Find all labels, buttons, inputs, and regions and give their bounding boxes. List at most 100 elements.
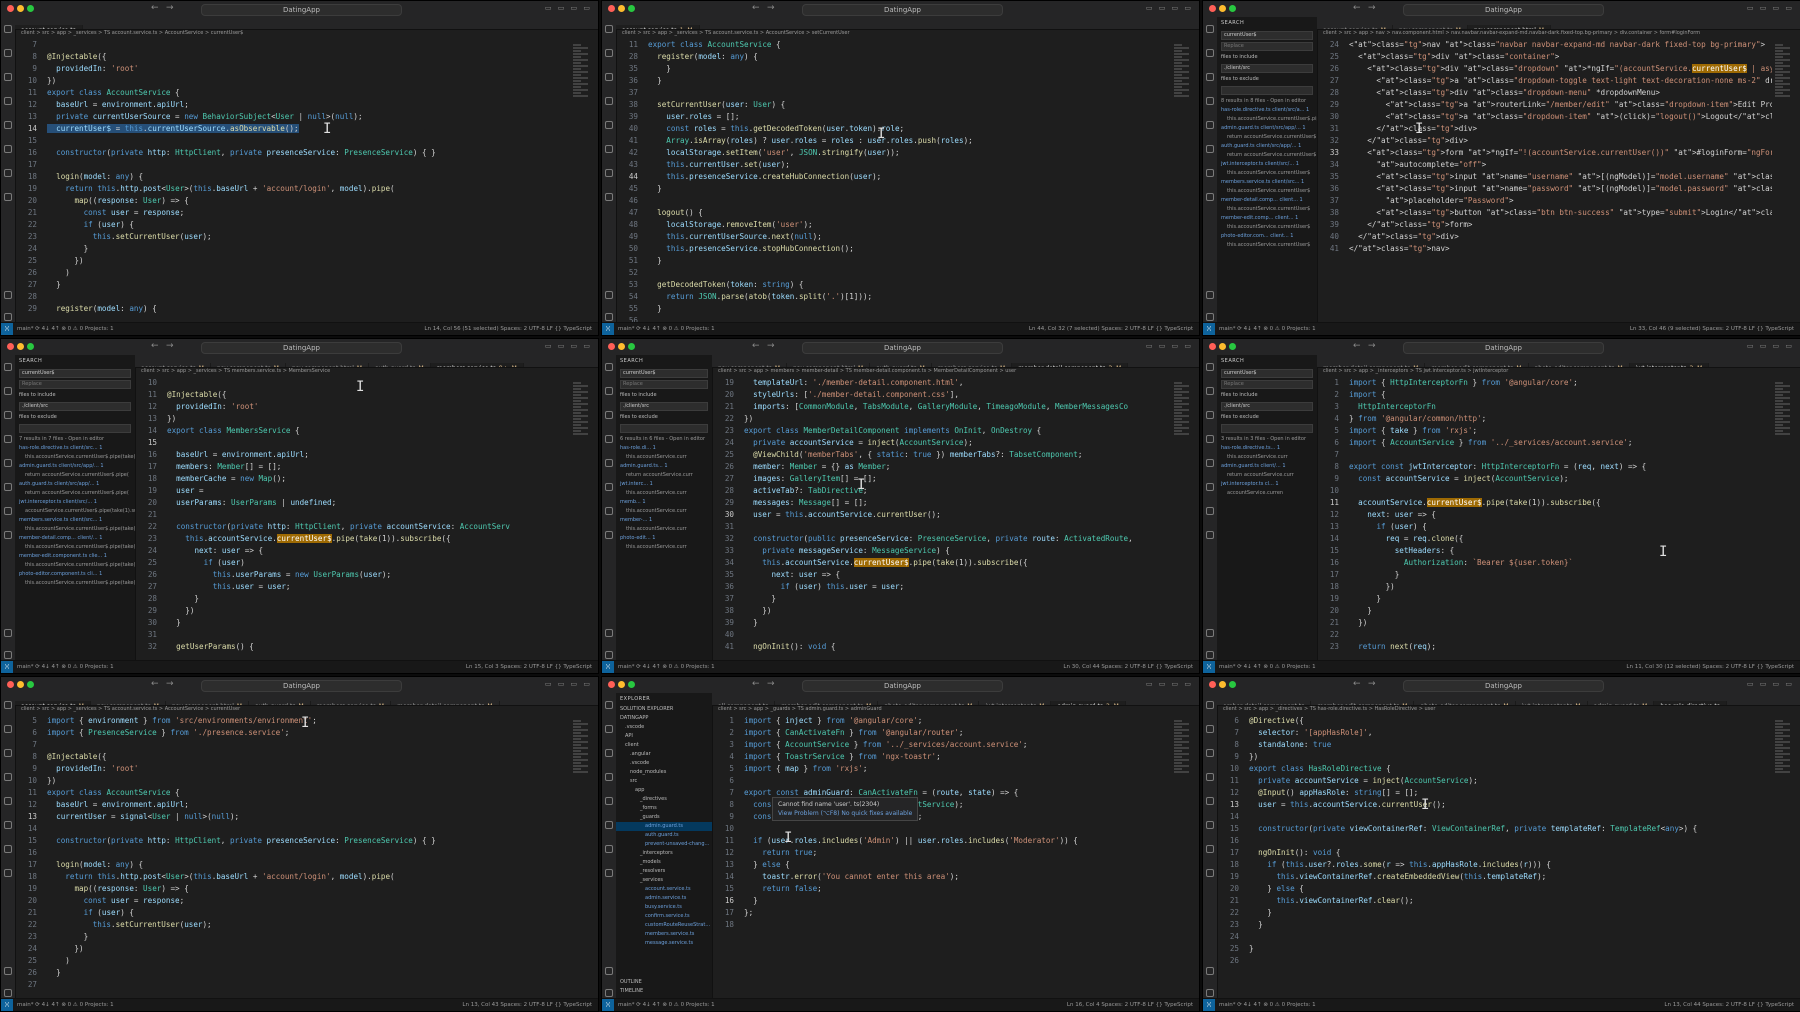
extensions-icon[interactable] [1206, 459, 1214, 467]
layout-controls-icon[interactable]: ▭ ▭ ▭ ▭ [1747, 680, 1794, 688]
testing-icon[interactable] [4, 145, 12, 153]
search-result-item[interactable]: photo-editor.component.ts cli... 1 [15, 570, 135, 579]
run-debug-icon[interactable] [4, 773, 12, 781]
search-result-item[interactable]: has-role.di... 1 [616, 444, 712, 453]
docker-icon[interactable] [605, 531, 613, 539]
search-result-item[interactable]: admin.guard.ts... 1 [616, 462, 712, 471]
editor-settings[interactable]: Spaces: 2 UTF-8 LF {} TypeScript [1702, 326, 1794, 332]
close-button[interactable] [608, 343, 615, 350]
projects-count[interactable]: Projects: 1 [1287, 326, 1316, 332]
replace-input[interactable]: Replace [19, 380, 131, 389]
accounts-icon[interactable] [605, 967, 613, 975]
testing-icon[interactable] [4, 821, 12, 829]
remote-indicator-icon[interactable]: ⟩⟨ [602, 999, 614, 1011]
zoom-button[interactable] [628, 343, 635, 350]
search-icon[interactable] [1206, 725, 1214, 733]
explorer-icon[interactable] [1206, 363, 1214, 371]
settings-gear-icon[interactable] [605, 313, 613, 321]
code-editor[interactable]: 7 8 @Injectable({9 providedIn: 'root' 10}) 1… [15, 39, 570, 323]
search-icon[interactable] [1206, 387, 1214, 395]
close-button[interactable] [1209, 343, 1216, 350]
projects-count[interactable]: Projects: 1 [1287, 664, 1316, 670]
search-result-item[interactable]: has-role.directive.ts... 1 [1217, 444, 1317, 453]
remote-icon[interactable] [4, 169, 12, 177]
search-result-item[interactable]: photo-editor.com... client... 1 [1217, 232, 1317, 241]
explorer-tree-item[interactable]: .angular [616, 750, 712, 759]
remote-icon[interactable] [605, 169, 613, 177]
minimize-button[interactable] [618, 5, 625, 12]
search-result-item[interactable]: this.accountService.currentUser$.pipe(ta… [15, 543, 135, 552]
projects-count[interactable]: Projects: 1 [85, 664, 114, 670]
search-icon[interactable] [605, 725, 613, 733]
close-button[interactable] [1209, 5, 1216, 12]
run-debug-icon[interactable] [605, 97, 613, 105]
command-center[interactable]: DatingApp [1403, 342, 1604, 354]
search-result-item[interactable]: return accountService.curr [1217, 471, 1317, 480]
run-debug-icon[interactable] [1206, 773, 1214, 781]
command-center[interactable]: DatingApp [201, 4, 402, 16]
search-result-item[interactable]: this.accountService.currentUser$ [1217, 241, 1317, 250]
code-editor[interactable]: 11 export class AccountService {28 regist… [616, 39, 1171, 323]
search-result-item[interactable]: jwt.interceptor.ts cl... 1 [1217, 480, 1317, 489]
files-include-input[interactable]: ./client/src [1221, 64, 1313, 73]
git-branch[interactable]: main* [1219, 326, 1236, 332]
editor-settings[interactable]: Spaces: 2 UTF-8 LF {} TypeScript [1702, 1002, 1794, 1008]
explorer-icon[interactable] [4, 25, 12, 33]
sync-status[interactable]: ⟳ 4↓ 4↑ [1237, 664, 1261, 670]
source-control-icon[interactable] [4, 411, 12, 419]
explorer-icon[interactable] [605, 701, 613, 709]
forward-arrow-icon[interactable]: → [166, 3, 174, 13]
layout-controls-icon[interactable]: ▭ ▭ ▭ ▭ [1747, 342, 1794, 350]
zoom-button[interactable] [1229, 5, 1236, 12]
editor-settings[interactable]: Spaces: 2 UTF-8 LF {} TypeScript [1101, 1002, 1193, 1008]
search-result-item[interactable]: auth.guard.ts client/src/app/... 1 [1217, 142, 1317, 151]
problems-count[interactable]: ⊗ 0 ⚠ 0 [662, 664, 684, 670]
search-result-item[interactable]: this.accountService.currentUser$ [1217, 187, 1317, 196]
minimap[interactable] [1775, 719, 1797, 779]
command-center[interactable]: DatingApp [802, 342, 1003, 354]
minimize-button[interactable] [1219, 681, 1226, 688]
problems-count[interactable]: ⊗ 0 ⚠ 0 [1263, 326, 1285, 332]
cursor-position[interactable]: Ln 13, Col 43 [462, 1002, 498, 1008]
sync-status[interactable]: ⟳ 4↓ 4↑ [35, 326, 59, 332]
replace-input[interactable]: Replace [1221, 42, 1313, 51]
minimap[interactable] [1775, 43, 1797, 103]
explorer-icon[interactable] [605, 25, 613, 33]
explorer-tree-item[interactable]: app [616, 786, 712, 795]
cursor-position[interactable]: Ln 13, Col 44 [1664, 1002, 1700, 1008]
remote-indicator-icon[interactable]: ⟩⟨ [1, 661, 13, 673]
search-result-item[interactable]: return accountService.currentUser$.pipe( [15, 489, 135, 498]
breadcrumb[interactable]: client > src > app > nav > nav.component… [1317, 29, 1800, 38]
docker-icon[interactable] [1206, 193, 1214, 201]
cursor-position[interactable]: Ln 11, Col 30 (12 selected) [1626, 664, 1700, 670]
minimize-button[interactable] [17, 681, 24, 688]
accounts-icon[interactable] [4, 967, 12, 975]
testing-icon[interactable] [605, 821, 613, 829]
search-result-item[interactable]: admin.guard.ts client/src/app/... 1 [1217, 124, 1317, 133]
remote-indicator-icon[interactable]: ⟩⟨ [1203, 999, 1215, 1011]
back-arrow-icon[interactable]: ← [752, 3, 760, 13]
cursor-position[interactable]: Ln 15, Col 3 [466, 664, 499, 670]
command-center[interactable]: DatingApp [802, 680, 1003, 692]
minimap[interactable] [573, 43, 595, 103]
search-result-item[interactable]: photo-edit... 1 [616, 534, 712, 543]
minimap[interactable] [1174, 719, 1196, 779]
layout-controls-icon[interactable]: ▭ ▭ ▭ ▭ [1146, 680, 1193, 688]
explorer-tree-item[interactable]: node_modules [616, 768, 712, 777]
replace-input[interactable]: Replace [1221, 380, 1313, 389]
problems-count[interactable]: ⊗ 0 ⚠ 0 [61, 1002, 83, 1008]
search-result-item[interactable]: this.accountService.currentUser$.pipe(ta… [15, 525, 135, 534]
run-debug-icon[interactable] [4, 435, 12, 443]
back-arrow-icon[interactable]: ← [1353, 679, 1361, 689]
search-result-item[interactable]: auth.guard.ts client/src/app/... 1 [15, 480, 135, 489]
explorer-tree-item[interactable]: _guards [616, 813, 712, 822]
search-result-item[interactable]: members.service.ts client/src... 1 [1217, 178, 1317, 187]
remote-indicator-icon[interactable]: ⟩⟨ [1, 323, 13, 335]
explorer-tree-item[interactable]: _services [616, 876, 712, 885]
editor-settings[interactable]: Spaces: 2 UTF-8 LF {} TypeScript [500, 664, 592, 670]
close-button[interactable] [1209, 681, 1216, 688]
explorer-icon[interactable] [1206, 701, 1214, 709]
search-result-item[interactable]: member-detail.comp... client... 1 [1217, 196, 1317, 205]
source-control-icon[interactable] [605, 749, 613, 757]
timeline-section[interactable]: TIMELINE [616, 987, 647, 996]
